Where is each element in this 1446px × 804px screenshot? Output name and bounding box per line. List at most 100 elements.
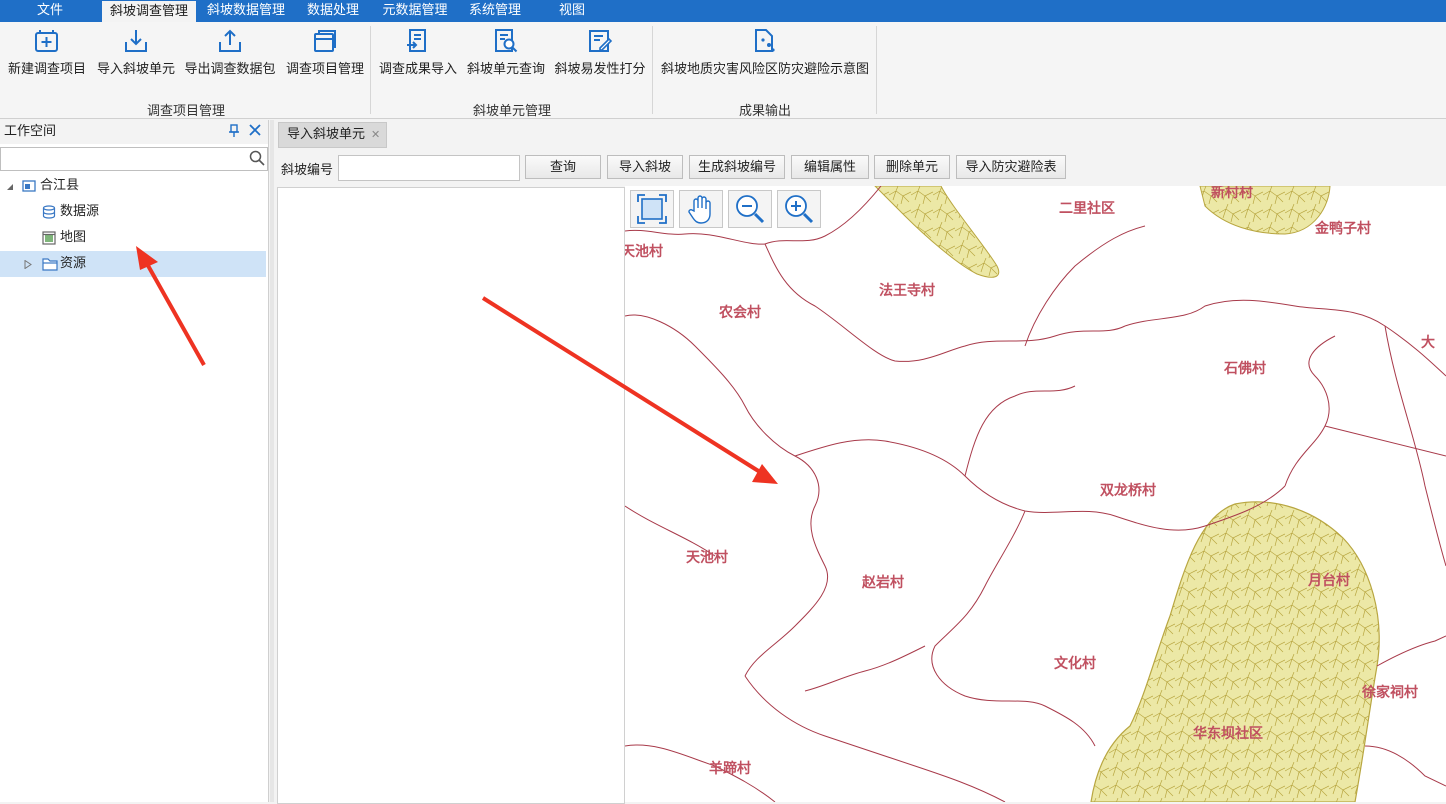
full-extent-icon [637,194,667,224]
slope-id-input[interactable] [338,155,520,181]
slope-query-button[interactable]: 斜坡单元查询 [464,26,548,86]
full-extent-button[interactable] [630,190,674,228]
group-label-output: 成果输出 [738,104,791,119]
pin-icon[interactable] [228,124,240,138]
pan-button[interactable] [679,190,723,228]
folder-icon [42,258,58,271]
edit-attributes-button[interactable]: 编辑属性 [791,155,869,179]
susceptibility-score-label: 斜坡易发性打分 [554,62,646,77]
result-import-button[interactable]: 调查成果导入 [376,26,460,86]
query-button[interactable]: 查询 [525,155,601,179]
project-manage-label: 调查项目管理 [285,62,364,77]
menu-tab-file[interactable]: 文件 [0,0,100,22]
project-manage-icon [314,30,336,52]
menu-tab-slope-data[interactable]: 斜坡数据管理 [200,0,292,22]
import-slope-icon [125,30,147,52]
tab-label: 导入斜坡单元 [287,127,366,142]
menu-bar: 文件 斜坡调查管理 斜坡数据管理 数据处理 元数据管理 系统管理 视图 [0,0,1446,22]
tree-item-label: 资源 [60,256,87,271]
group-label-project: 调查项目管理 [146,104,225,119]
village-label: 双龙桥村 [1100,483,1156,499]
risk-map-icon [755,29,775,52]
susceptibility-score-button[interactable]: 斜坡易发性打分 [552,26,648,86]
workspace-title-bar: 工作空间 [0,120,268,144]
map-view[interactable]: 二里社区 新村村 金鸭子村 天池村 法王寺村 农会村 石佛村 大 双龙桥村 天池… [625,186,1446,802]
village-label: 天池村 [686,550,728,566]
map-canvas[interactable] [625,186,1446,802]
tree-item-label: 数据源 [60,204,100,219]
village-label: 羊蹄村 [709,761,751,777]
generate-slope-id-button[interactable]: 生成斜坡编号 [689,155,785,179]
new-project-button[interactable]: 新建调查项目 [4,26,90,86]
ribbon: 新建调查项目 导入斜坡单元 导出调查数据包 调查项目管理 调查成果导入 斜坡单元… [0,22,1446,119]
workspace-search [0,147,268,171]
workspace-title: 工作空间 [4,124,57,139]
zoom-in-icon [785,195,814,224]
delete-unit-button[interactable]: 删除单元 [874,155,950,179]
village-label: 月台村 [1308,573,1350,589]
result-import-label: 调查成果导入 [378,62,457,77]
village-label: 大 [1421,335,1435,351]
tree-item-label: 合江县 [40,178,80,193]
slope-query-label: 斜坡单元查询 [466,62,545,77]
slope-polygon-south [1090,501,1380,802]
expand-arrow-icon[interactable] [24,260,32,269]
village-label: 天池村 [625,244,663,260]
tree-item-county[interactable]: 合江县 [0,173,266,199]
risk-map-button[interactable]: 斜坡地质灾害风险区防灾避险示意图 [656,26,874,86]
menu-tab-slope-survey[interactable]: 斜坡调查管理 [102,1,196,22]
group-label-slope-unit: 斜坡单元管理 [472,104,551,119]
menu-tab-system[interactable]: 系统管理 [462,0,528,22]
village-label: 金鸭子村 [1315,221,1371,237]
village-label: 华东坝社区 [1193,726,1263,742]
workspace-panel: 工作空间 合江县 数据源 地图 资源 [0,120,269,802]
menu-tab-data-processing[interactable]: 数据处理 [298,0,368,22]
risk-map-label: 斜坡地质灾害风险区防灾避险示意图 [660,62,869,77]
workspace-search-input[interactable] [3,149,247,169]
import-evacuation-table-button[interactable]: 导入防灾避险表 [956,155,1066,179]
export-package-button[interactable]: 导出调查数据包 [182,26,278,86]
group-separator [652,26,653,114]
slope-id-label: 斜坡编号 [281,163,334,178]
slope-polygon-north [874,186,1000,278]
close-icon[interactable] [248,123,262,137]
collapse-arrow-icon[interactable] [6,183,14,191]
tree-item-datasource[interactable]: 数据源 [0,199,266,225]
search-icon[interactable] [249,150,265,166]
export-package-icon [219,29,241,52]
tree-item-resources[interactable]: 资源 [0,251,266,277]
tree-item-map[interactable]: 地图 [0,225,266,251]
project-manage-button[interactable]: 调查项目管理 [282,26,368,86]
village-label: 农会村 [719,305,761,321]
result-import-icon [407,29,426,52]
import-slope-label: 导入斜坡单元 [96,62,175,77]
map-icon [42,231,56,245]
village-label: 徐家祠村 [1362,685,1418,701]
group-separator [876,26,877,114]
county-icon [22,180,36,192]
zoom-out-icon [736,195,765,224]
tab-import-slope-unit[interactable]: 导入斜坡单元 ✕ [278,122,388,148]
menu-tab-metadata[interactable]: 元数据管理 [374,0,456,22]
village-label: 石佛村 [1224,361,1266,377]
village-label: 二里社区 [1059,201,1115,217]
document-area: 导入斜坡单元 ✕ 斜坡编号 查询 导入斜坡 生成斜坡编号 编辑属性 删除单元 导入… [274,120,1446,804]
village-label: 文化村 [1054,656,1096,672]
tree-item-label: 地图 [60,230,87,245]
tab-close-icon[interactable]: ✕ [371,128,380,141]
hand-pan-icon [688,195,711,224]
zoom-out-button[interactable] [728,190,772,228]
zoom-in-button[interactable] [777,190,821,228]
village-label: 新村村 [1211,186,1253,201]
import-slope-unit-button[interactable]: 导入斜坡 [607,155,683,179]
susceptibility-score-icon [589,30,613,52]
slope-list-pane[interactable] [277,187,625,804]
group-separator [370,26,371,114]
export-package-label: 导出调查数据包 [184,62,276,77]
menu-tab-view[interactable]: 视图 [546,0,598,22]
import-slope-button[interactable]: 导入斜坡单元 [94,26,178,86]
new-project-label: 新建调查项目 [7,62,86,77]
village-label: 法王寺村 [879,283,935,299]
slope-toolbar: 斜坡编号 查询 导入斜坡 生成斜坡编号 编辑属性 删除单元 导入防灾避险表 [274,150,1446,184]
datasource-icon [42,205,56,219]
